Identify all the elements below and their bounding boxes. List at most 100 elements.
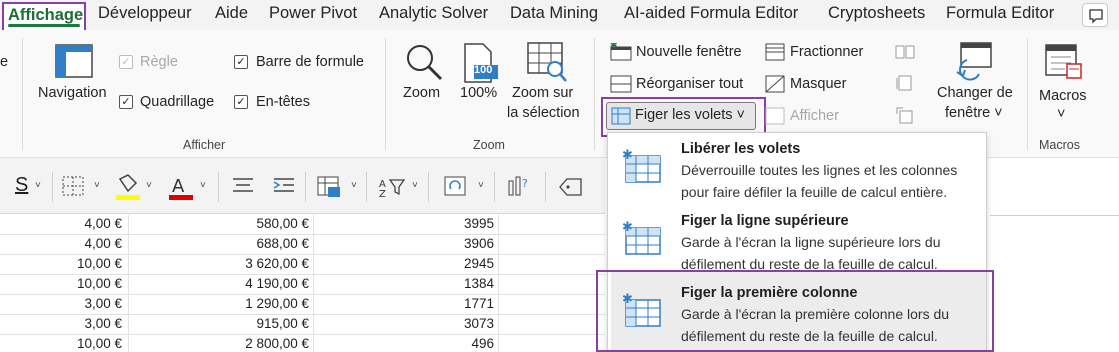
cell-c[interactable]: 1384 — [464, 276, 494, 291]
tab-developpeur[interactable]: Développeur — [98, 4, 192, 23]
afficher-window-button[interactable]: Afficher — [790, 108, 839, 124]
ribbon-separator — [385, 38, 386, 150]
chevron-down-icon[interactable]: ˅ — [412, 180, 418, 191]
table-row[interactable]: 10,00 € 4 190,00 € 1384 — [0, 275, 605, 295]
menu-item-figer-ligne[interactable]: Figer la ligne supérieure — [681, 213, 849, 229]
menu-item-liberer[interactable]: Libérer les volets — [681, 141, 800, 157]
tab-cryptosheets[interactable]: Cryptosheets — [828, 4, 925, 23]
quadrillage-label: Quadrillage — [140, 94, 215, 110]
cell-c[interactable]: 2945 — [464, 256, 494, 271]
cell-c[interactable]: 3073 — [464, 316, 494, 331]
barre-formule-label: Barre de formule — [256, 54, 364, 70]
cell-b[interactable]: 580,00 € — [256, 216, 309, 231]
cell-c[interactable]: 3906 — [464, 236, 494, 251]
chevron-down-icon[interactable]: ˅ — [200, 180, 206, 191]
sync-scroll-icon — [896, 75, 912, 91]
cell-c[interactable]: 1771 — [464, 296, 494, 311]
table-row[interactable]: 3,00 € 1 290,00 € 1771 — [0, 295, 605, 315]
chevron-down-icon[interactable]: ˅ — [351, 180, 357, 191]
changer-fenetre-line2[interactable]: fenêtre ˅ — [945, 105, 1003, 121]
tab-affichage[interactable]: Affichage — [2, 2, 86, 32]
nouvelle-fenetre-button[interactable]: Nouvelle fenêtre — [636, 44, 742, 60]
split-icon — [765, 43, 785, 61]
macros-button[interactable]: Macros — [1039, 88, 1087, 104]
sort-filter-icon[interactable]: AZ — [378, 175, 406, 199]
masquer-button[interactable]: Masquer — [790, 76, 846, 92]
cell-c[interactable]: 496 — [471, 336, 494, 351]
chart-help-icon[interactable]: ? — [506, 175, 532, 199]
zoom-100-button[interactable]: 100% — [460, 85, 497, 101]
reorganiser-button[interactable]: Réorganiser tout — [636, 76, 743, 92]
cell-a[interactable]: 3,00 € — [84, 296, 122, 311]
svg-text:✱: ✱ — [610, 43, 618, 51]
zoom-selection-line1[interactable]: Zoom sur — [512, 85, 573, 101]
indent-icon[interactable] — [272, 176, 296, 196]
table-row[interactable]: 10,00 € 3 620,00 € 2945 — [0, 255, 605, 275]
cell-a[interactable]: 4,00 € — [84, 236, 122, 251]
cell-b[interactable]: 1 290,00 € — [245, 296, 309, 311]
menu-item-highlight — [596, 270, 994, 352]
fill-color-icon[interactable] — [114, 173, 142, 201]
format-table-icon[interactable] — [316, 175, 342, 199]
table-row[interactable]: 4,00 € 580,00 € 3995 — [0, 215, 605, 235]
fractionner-button[interactable]: Fractionner — [790, 44, 863, 60]
toolbar-separator — [545, 172, 546, 202]
quadrillage-checkbox[interactable]: ✓ — [119, 95, 133, 109]
table-row[interactable]: 3,00 € 915,00 € 3073 — [0, 315, 605, 335]
menu-item-figer-ligne-desc: Garde à l'écran la ligne supérieure lors… — [681, 234, 941, 272]
grid-line — [990, 215, 1119, 216]
cell-a[interactable]: 10,00 € — [77, 276, 122, 291]
regle-label: Règle — [140, 54, 178, 70]
navigation-button[interactable]: Navigation — [38, 85, 107, 101]
zoom-selection-icon — [527, 42, 567, 82]
cell-a[interactable]: 3,00 € — [84, 316, 122, 331]
chevron-down-icon[interactable]: ˅ — [94, 180, 100, 191]
truncated-label: e — [0, 54, 9, 70]
cell-c[interactable]: 3995 — [464, 216, 494, 231]
cell-b[interactable]: 688,00 € — [256, 236, 309, 251]
tab-aide[interactable]: Aide — [215, 4, 248, 23]
freeze-panes-icon — [611, 107, 631, 125]
tab-data-mining[interactable]: Data Mining — [510, 4, 598, 23]
en-tetes-checkbox[interactable]: ✓ — [234, 95, 248, 109]
worksheet-grid-right[interactable] — [990, 158, 1119, 352]
zoom-button[interactable]: Zoom — [403, 85, 440, 101]
ribbon-separator — [594, 38, 595, 150]
borders-icon[interactable] — [61, 175, 85, 197]
chevron-down-icon[interactable]: ˅ — [35, 180, 41, 191]
table-row[interactable]: 10,00 € 2 800,00 € 496 — [0, 335, 605, 352]
macros-dropdown-arrow[interactable]: ˅ — [1057, 106, 1065, 122]
macros-icon — [1045, 44, 1082, 79]
tab-formula-editor[interactable]: Formula Editor — [946, 4, 1054, 23]
freeze-top-row-icon: ✱ — [622, 220, 661, 255]
regle-checkbox[interactable]: ✓ — [119, 55, 133, 69]
zoom-selection-line2[interactable]: la sélection — [507, 105, 580, 121]
cell-b[interactable]: 3 620,00 € — [245, 256, 309, 271]
group-afficher-label: Afficher — [183, 138, 226, 152]
menu-item-liberer-desc: Déverrouille toutes les lignes et les co… — [681, 162, 958, 200]
align-center-icon[interactable] — [231, 176, 255, 196]
chevron-down-icon[interactable]: ˅ — [478, 180, 484, 191]
cell-a[interactable]: 10,00 € — [77, 336, 122, 351]
tab-analytic-solver[interactable]: Analytic Solver — [379, 4, 488, 23]
tab-ai-formula-editor[interactable]: AI-aided Formula Editor — [624, 4, 798, 23]
new-window-icon: ✱ — [610, 43, 632, 61]
changer-fenetre-line1[interactable]: Changer de — [937, 85, 1013, 101]
cell-b[interactable]: 4 190,00 € — [245, 276, 309, 291]
unhide-window-icon — [765, 107, 785, 125]
refresh-icon[interactable] — [443, 175, 469, 199]
chevron-down-icon[interactable]: ˅ — [146, 180, 152, 191]
arrange-all-icon — [610, 75, 632, 93]
cell-b[interactable]: 915,00 € — [256, 316, 309, 331]
font-color-icon[interactable]: A — [167, 173, 195, 201]
table-row[interactable]: 4,00 € 688,00 € 3906 — [0, 235, 605, 255]
cell-a[interactable]: 10,00 € — [77, 256, 122, 271]
cell-a[interactable]: 4,00 € — [84, 216, 122, 231]
tab-power-pivot[interactable]: Power Pivot — [269, 4, 357, 23]
barre-formule-checkbox[interactable]: ✓ — [234, 55, 248, 69]
ribbon-separator — [22, 38, 23, 150]
underline-icon[interactable]: S — [15, 174, 28, 197]
clear-tag-icon[interactable] — [557, 175, 585, 199]
cell-b[interactable]: 2 800,00 € — [245, 336, 309, 351]
comments-button[interactable] — [1082, 3, 1108, 27]
